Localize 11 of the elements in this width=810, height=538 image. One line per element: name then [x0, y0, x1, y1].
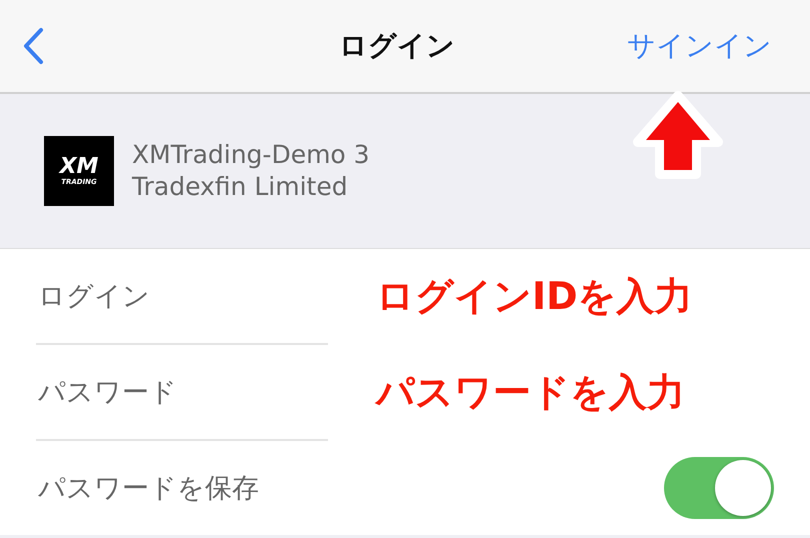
server-name: XMTrading-Demo 3 [132, 138, 370, 170]
back-chevron-icon [22, 27, 44, 65]
sign-in-button[interactable]: サインイン [627, 27, 772, 65]
field-label: パスワードを保存 [37, 472, 259, 506]
screen-title: ログイン [339, 28, 455, 64]
company-name: Tradexfin Limited [132, 171, 349, 203]
back-button[interactable] [22, 27, 44, 65]
field-label: パスワード [37, 376, 177, 410]
annotation-text: パスワードを入力 [376, 368, 685, 416]
annotation-text: ログインIDを入力 [376, 272, 693, 320]
field-label: ログイン [37, 280, 150, 314]
